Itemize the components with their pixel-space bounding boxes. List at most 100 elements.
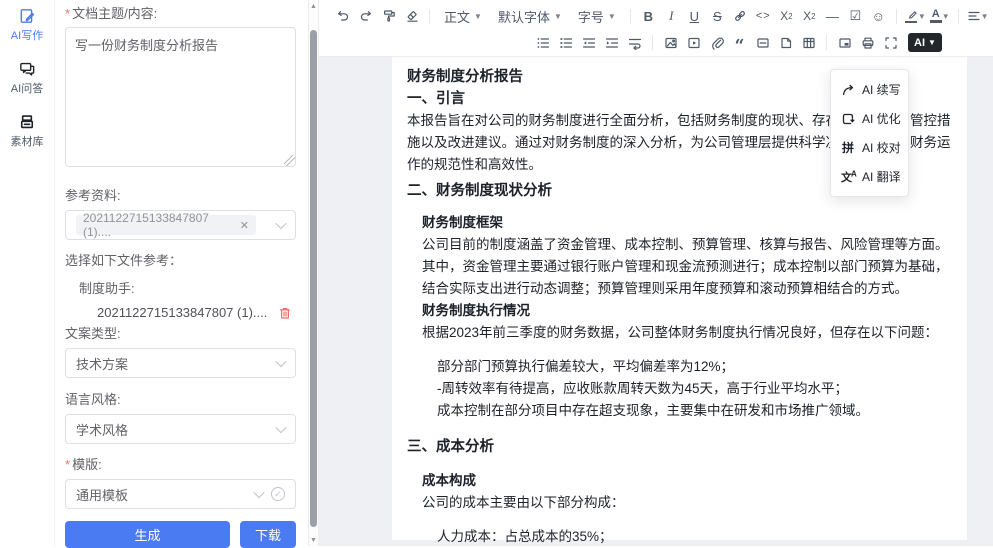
toolbar-divider [652,35,653,50]
language-style-label: 语言风格: [65,392,296,407]
align-button[interactable]: ▼ [965,5,991,27]
document-line: -周转效率有待提高，应收账款周转天数为45天，高于行业平均水平； [407,378,952,400]
document-line: 成本构成 [407,470,952,492]
download-button[interactable]: 下载 [240,521,296,548]
menu-item-ai-optimize[interactable]: AI 优化 [831,104,908,133]
document-line: 财务制度执行情况 [407,300,952,322]
chevron-down-icon [253,487,264,498]
delete-file-icon[interactable] [278,306,292,320]
writing-form-panel: *文档主题/内容: 写一份财务制度分析报告 参考资料: 202112271513… [55,0,308,546]
task-list-button[interactable]: ☑ [844,5,867,27]
check-circle-icon: ✓ [271,487,285,501]
code-button[interactable]: <> [752,5,775,27]
file-pick-label: 选择如下文件参考： [65,253,296,268]
bold-button[interactable]: B [637,5,660,27]
required-asterisk: * [65,457,70,472]
file-row: 2021122715133847807 (1).... [65,305,296,320]
link-button[interactable] [729,5,752,27]
toolbar-divider [630,9,631,24]
horizontal-rule-button[interactable]: — [821,5,844,27]
blockquote-button[interactable]: “ [728,32,751,54]
redo-button[interactable] [354,5,377,27]
caret-down-icon: ▼ [918,12,926,21]
menu-item-ai-translate[interactable]: 文A AI 翻译 [831,162,908,191]
toolbar-divider [896,9,897,24]
divider-block-button[interactable] [751,32,774,54]
menu-item-ai-proofread[interactable]: 拼 AI 校对 [831,133,908,162]
reference-label: 参考资料: [65,188,296,203]
document-line: 公司的成本主要由以下部分构成： [407,492,952,514]
font-size-select[interactable]: 字号▼ [570,5,624,27]
toolbar-divider [826,35,827,50]
undo-button[interactable] [331,5,354,27]
scroll-down-arrow-icon[interactable]: ▼ [309,537,318,544]
subscript-button[interactable]: X2 [775,5,798,27]
ai-translate-icon: 文A [841,169,855,185]
format-painter-button[interactable] [377,5,400,27]
fullscreen-button[interactable] [879,32,902,54]
caret-down-icon: ▼ [942,12,950,21]
bullet-list-button[interactable] [531,32,554,54]
highlight-color-button[interactable]: ▼ [903,5,928,27]
caret-down-icon: ▼ [928,38,936,47]
reference-select[interactable]: 2021122715133847807 (1).... ✕ [65,210,296,240]
doc-type-label: 文案类型: [65,326,296,341]
file-name: 2021122715133847807 (1).... [97,305,267,320]
font-color-bar [930,20,942,23]
caret-down-icon: ▼ [554,12,562,21]
ai-write-icon [19,8,35,24]
menu-item-ai-continue[interactable]: AI 续写 [831,75,908,104]
insert-table-button[interactable] [797,32,820,54]
panel-scrollbar[interactable]: ▲ ▼ [308,0,319,546]
caret-down-icon: ▼ [608,12,616,21]
ai-menu-button[interactable]: AI▼ [908,33,942,52]
indent-button[interactable] [600,32,623,54]
sidebar-item-label: 素材库 [11,133,44,149]
tag-remove-icon[interactable]: ✕ [240,219,249,232]
caret-down-icon: ▼ [981,12,989,21]
outdent-button[interactable] [577,32,600,54]
template-select[interactable]: 通用模板 ✓ [65,479,296,509]
eraser-button[interactable] [400,5,423,27]
insert-video-button[interactable] [682,32,705,54]
insert-image-button[interactable] [659,32,682,54]
app-rail: AI写作 AI问答 素材库 [0,0,55,546]
page-break-button[interactable] [774,32,797,54]
print-button[interactable] [856,32,879,54]
ordered-list-button[interactable] [554,32,577,54]
sidebar-item-ai-write[interactable]: AI写作 [0,8,54,43]
chevron-down-icon [275,356,286,367]
font-family-select[interactable]: 默认字体▼ [490,5,570,27]
sidebar-item-label: AI问答 [11,80,43,96]
required-asterisk: * [65,6,70,21]
sidebar-item-ai-qa[interactable]: AI问答 [0,61,54,96]
font-color-button[interactable]: A▼ [928,5,952,27]
scroll-up-arrow-icon[interactable]: ▲ [309,3,318,10]
reference-tag: 2021122715133847807 (1).... ✕ [76,215,256,235]
chevron-down-icon [275,422,286,433]
topic-input[interactable]: 写一份财务制度分析报告 [65,27,296,167]
toolbar-divider [958,9,959,24]
strikethrough-button[interactable]: S [706,5,729,27]
scrollbar-thumb[interactable] [310,30,317,527]
document-line: 公司目前的制度涵盖了资金管理、成本控制、预算管理、核算与报告、风险管理等方面。 [407,234,952,256]
editor-canvas: 财务制度分析报告一、引言本报告旨在对公司的财务制度进行全面分析，包括财务制度的现… [319,57,993,546]
superscript-button[interactable]: X2 [798,5,821,27]
italic-button[interactable]: I [660,5,683,27]
attachment-button[interactable] [705,32,728,54]
ai-qa-icon [19,61,35,77]
chevron-down-icon [275,218,286,229]
language-style-select[interactable]: 学术风格 [65,414,296,444]
doc-type-select[interactable]: 技术方案 [65,348,296,378]
sidebar-item-material-lib[interactable]: 素材库 [0,114,54,149]
generate-button[interactable]: 生成 [65,521,230,548]
document-line: 其中，资金管理主要通过银行账户管理和现金流预测进行；成本控制以部门预算为基础， [407,256,952,278]
ai-proofread-icon: 拼 [841,139,855,156]
text-wrap-button[interactable] [623,32,646,54]
ai-optimize-icon [841,112,855,126]
underline-button[interactable]: U [683,5,706,27]
preview-button[interactable] [833,32,856,54]
sidebar-item-label: AI写作 [11,27,43,43]
paragraph-style-select[interactable]: 正文▼ [436,5,490,27]
emoji-button[interactable]: ☺ [867,5,890,27]
